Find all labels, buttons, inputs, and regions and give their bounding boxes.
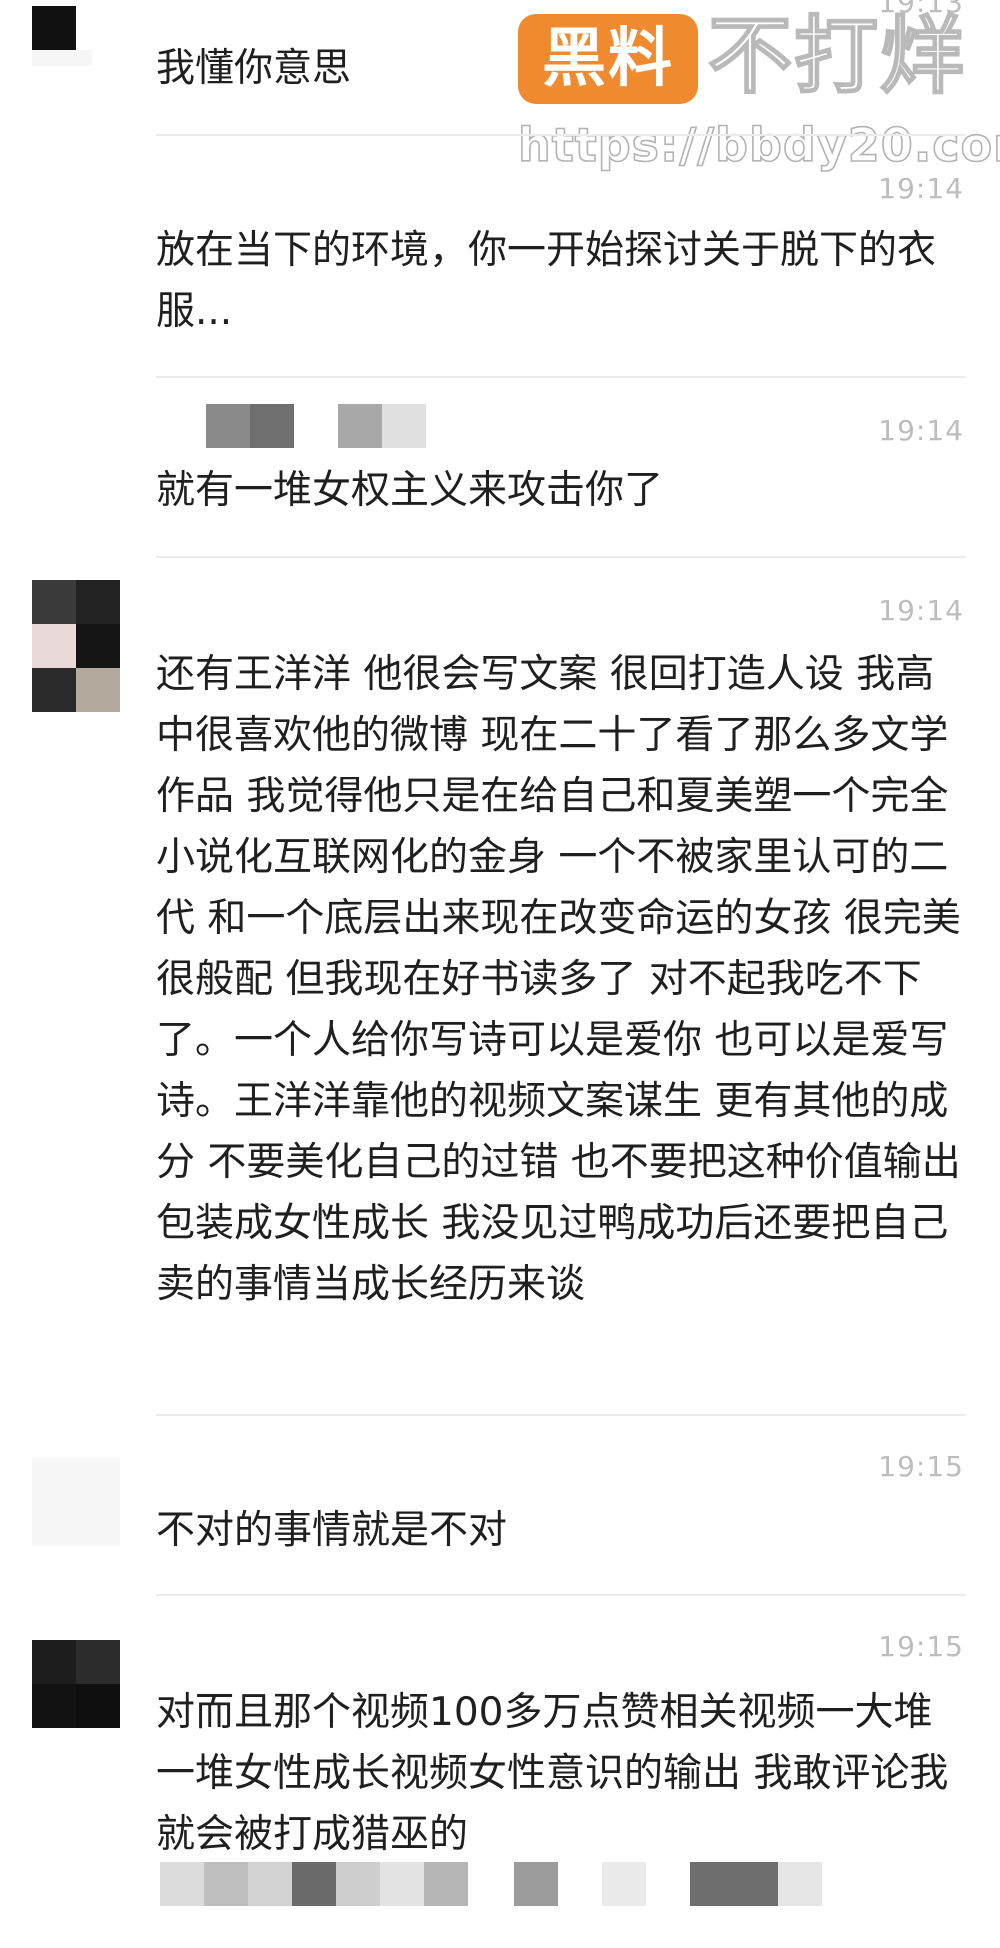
message-timestamp: 19:14 <box>878 172 964 205</box>
message-text: 对而且那个视频100多万点赞相关视频一大堆 一堆女性成长视频女性意识的输出 我敢… <box>156 1690 949 1857</box>
message-timestamp: 19:14 <box>878 594 964 627</box>
message-divider <box>156 1414 966 1416</box>
message-divider <box>156 556 966 558</box>
message-text: 我懂你意思 <box>156 46 352 91</box>
message-divider <box>156 1594 966 1596</box>
avatar[interactable] <box>32 1458 120 1546</box>
message-text: 放在当下的环境，你一开始探讨关于脱下的衣服... <box>156 228 937 334</box>
message-timestamp: 19:13 <box>878 0 964 19</box>
message-text: 不对的事情就是不对 <box>156 1508 508 1553</box>
watermark-url: https://bbdy20.com <box>517 117 1000 173</box>
message-timestamp: 19:14 <box>878 414 964 447</box>
avatar[interactable] <box>32 580 120 712</box>
message-text: 还有王洋洋 他很会写文案 很回打造人设 我高中很喜欢他的微博 现在二十了看了那么… <box>156 652 961 1307</box>
message-timestamp: 19:15 <box>878 1450 964 1483</box>
avatar[interactable] <box>32 6 92 66</box>
avatar[interactable] <box>32 1640 120 1728</box>
message-text: 就有一堆女权主义来攻击你了 <box>156 468 664 513</box>
message-divider <box>156 134 966 136</box>
message-divider <box>156 376 966 378</box>
message-timestamp: 19:15 <box>878 1630 964 1663</box>
